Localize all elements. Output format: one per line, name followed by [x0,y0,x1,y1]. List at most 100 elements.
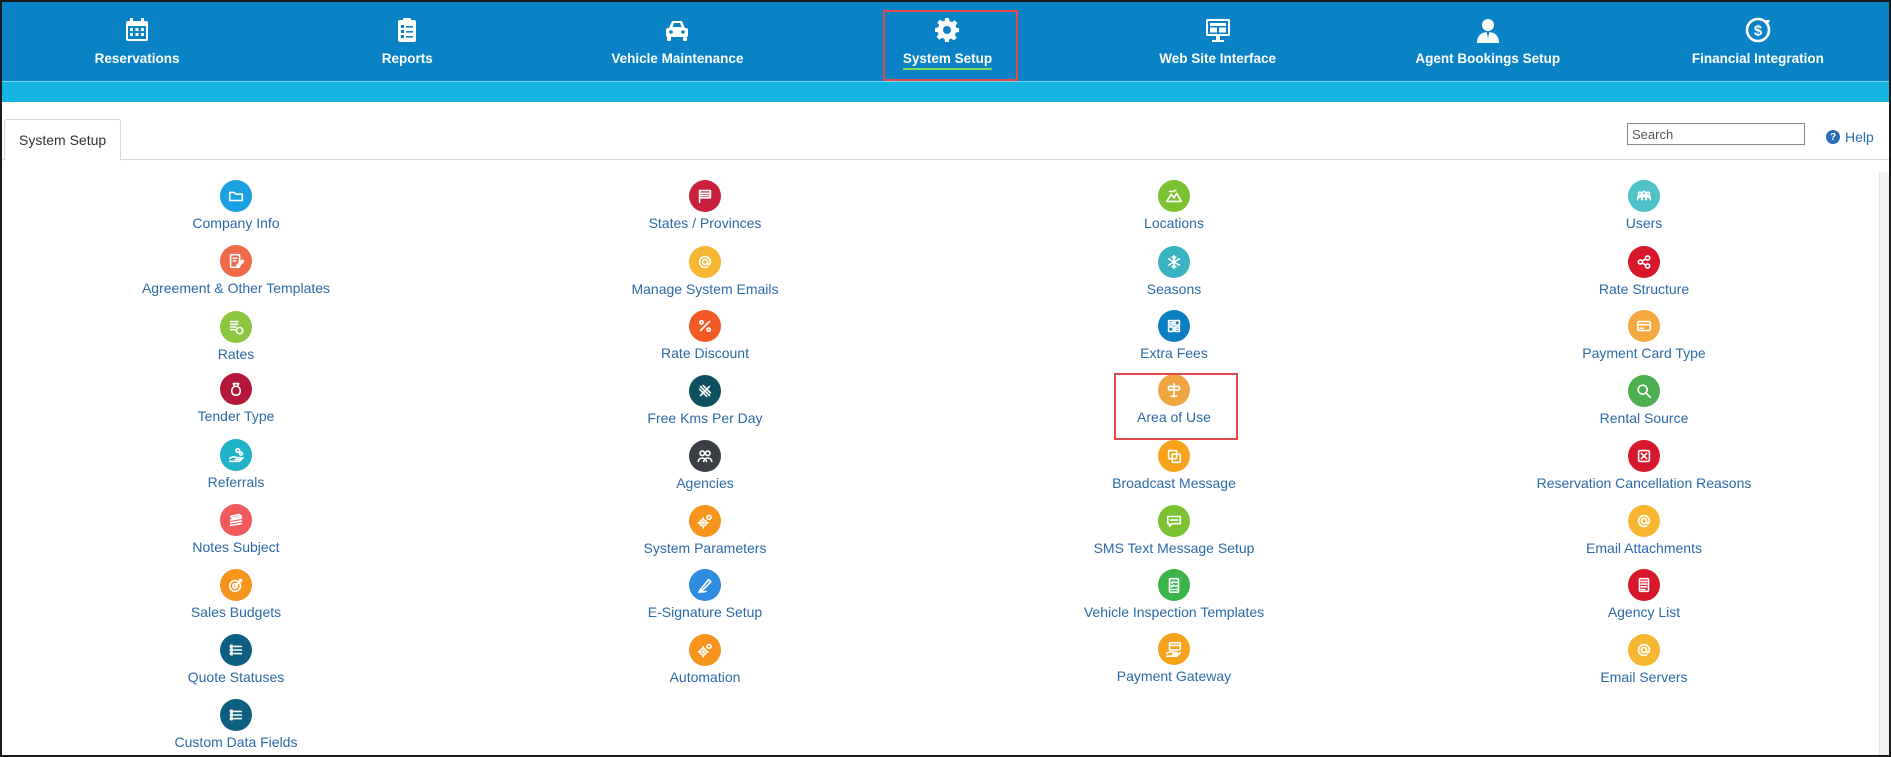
setup-item-label: Referrals [207,474,265,490]
setup-item-label: Rates [217,346,255,362]
svg-text:$: $ [1754,23,1763,40]
help-label: Help [1845,129,1874,145]
setup-item-label: Area of Use [1137,409,1211,425]
at-icon [1628,634,1660,666]
setup-item-label: E-Signature Setup [647,604,763,620]
nav-label: Reports [381,51,433,66]
setup-item-locations[interactable]: Locations [984,180,1364,231]
nav-reports[interactable]: Reports [272,2,542,81]
setup-item-agencies[interactable]: Agencies [515,440,895,491]
setup-item-label: Agency List [1607,604,1681,620]
setup-item-users[interactable]: Users [1454,180,1834,231]
setup-item-seasons[interactable]: Seasons [984,246,1364,297]
setup-item-e-signature-setup[interactable]: E-Signature Setup [515,569,895,620]
setup-item-area-of-use[interactable]: Area of Use [984,374,1364,425]
setup-item-rental-source[interactable]: Rental Source [1454,375,1834,426]
setup-item-broadcast-message[interactable]: Broadcast Message [984,440,1364,491]
app-frame: Reservations Reports Vehicle Maintenance… [0,0,1891,757]
setup-item-automation[interactable]: Automation [515,634,895,685]
nav-label: System Setup [902,51,993,70]
top-navigation: Reservations Reports Vehicle Maintenance… [2,2,1889,81]
nav-agent-bookings-setup[interactable]: Agent Bookings Setup [1353,2,1623,81]
rates-document-icon [220,311,252,343]
tab-label: System Setup [19,132,107,148]
setup-item-system-parameters[interactable]: System Parameters [515,505,895,556]
list-icon [220,699,252,731]
setup-item-company-info[interactable]: Company Info [46,180,426,231]
edit-document-icon [220,245,252,277]
tab-row: System Setup ? Help [2,102,1889,161]
setup-item-reservation-cancellation-reasons[interactable]: Reservation Cancellation Reasons [1454,440,1834,491]
nav-vehicle-maintenance[interactable]: Vehicle Maintenance [542,2,812,81]
map-icon [1158,180,1190,212]
nav-label: Financial Integration [1691,51,1824,66]
nav-web-site-interface[interactable]: Web Site Interface [1083,2,1353,81]
setup-item-email-servers[interactable]: Email Servers [1454,634,1834,685]
setup-item-rate-structure[interactable]: Rate Structure [1454,246,1834,297]
nav-financial-integration[interactable]: $ Financial Integration [1623,2,1889,81]
list-icon [220,634,252,666]
setup-item-label: Sales Budgets [190,604,282,620]
signpost-icon [1158,374,1190,406]
setup-item-sms-text-message-setup[interactable]: SMS Text Message Setup [984,505,1364,556]
at-icon [1628,505,1660,537]
setup-item-label: Agencies [676,475,734,491]
setup-item-label: Quote Statuses [187,669,285,685]
setup-item-states-provinces[interactable]: States / Provinces [515,180,895,231]
pen-icon [689,569,721,601]
card-hand-icon [1158,633,1190,665]
setup-item-quote-statuses[interactable]: Quote Statuses [46,634,426,685]
nav-system-setup[interactable]: System Setup [812,2,1082,81]
setup-item-label: Users [1625,215,1663,231]
setup-item-extra-fees[interactable]: Extra Fees [984,310,1364,361]
setup-item-custom-data-fields[interactable]: Custom Data Fields [46,699,426,750]
setup-item-sales-budgets[interactable]: Sales Budgets [46,569,426,620]
setup-item-payment-card-type[interactable]: Payment Card Type [1454,310,1834,361]
hand-coins-icon [220,439,252,471]
setup-item-vehicle-inspection-templates[interactable]: Vehicle Inspection Templates [984,569,1364,620]
setup-item-payment-gateway[interactable]: Payment Gateway [984,633,1364,684]
network-icon [1628,246,1660,278]
road-icon [689,375,721,407]
setup-item-label: Reservation Cancellation Reasons [1536,475,1752,491]
setup-item-label: Extra Fees [1140,345,1208,361]
setup-item-email-attachments[interactable]: Email Attachments [1454,505,1834,556]
setup-item-label: Vehicle Inspection Templates [1083,604,1265,620]
setup-item-agreement-and-other-templates[interactable]: Agreement & Other Templates [46,245,426,296]
nav-label: Agent Bookings Setup [1415,51,1561,66]
nav-label: Reservations [94,51,180,66]
setup-item-label: Automation [669,669,741,685]
setup-item-label: Seasons [1146,281,1202,297]
search-input[interactable] [1627,123,1805,145]
flag-icon [689,180,721,212]
monitor-icon [1203,15,1233,45]
setup-item-agency-list[interactable]: Agency List [1454,569,1834,620]
help-link[interactable]: ? Help [1826,129,1874,145]
nav-label: Vehicle Maintenance [611,51,744,66]
setup-item-rate-discount[interactable]: Rate Discount [515,310,895,361]
setup-item-referrals[interactable]: Referrals [46,439,426,490]
setup-item-label: Manage System Emails [631,281,779,297]
setup-item-label: Agreement & Other Templates [141,280,331,296]
setup-item-free-kms-per-day[interactable]: Free Kms Per Day [515,375,895,426]
question-icon: ? [1826,130,1840,144]
calculator-icon [1158,310,1190,342]
clipboard-icon [392,15,422,45]
setup-item-label: States / Provinces [648,215,762,231]
setup-item-manage-system-emails[interactable]: Manage System Emails [515,246,895,297]
setup-item-rates[interactable]: Rates [46,311,426,362]
setup-item-label: SMS Text Message Setup [1093,540,1255,556]
setup-item-tender-type[interactable]: Tender Type [46,373,426,424]
vertical-scrollbar[interactable] [1879,172,1889,755]
setup-item-label: Free Kms Per Day [647,410,763,426]
setup-item-notes-subject[interactable]: Notes Subject [46,504,426,555]
setup-item-label: Rate Discount [661,345,749,361]
nav-label: Web Site Interface [1159,51,1277,66]
tab-system-setup[interactable]: System Setup [4,119,122,161]
setup-item-label: Notes Subject [192,539,280,555]
nav-reservations[interactable]: Reservations [2,2,272,81]
cancel-icon [1628,440,1660,472]
setup-item-label: Email Attachments [1586,540,1702,556]
agent-icon [1473,15,1503,45]
users-icon [1628,180,1660,212]
